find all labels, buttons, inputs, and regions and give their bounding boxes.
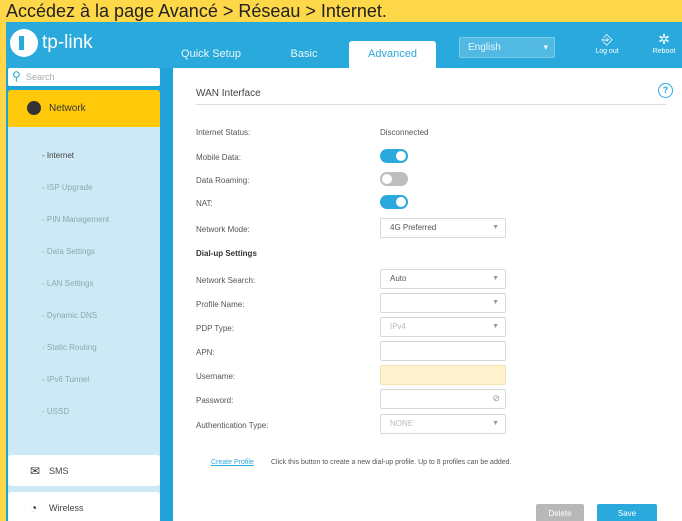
- top-navigation-bar: tp-link Quick Setup Basic Advanced Engli…: [6, 22, 682, 68]
- toggle-knob: [396, 197, 406, 207]
- tab-basic[interactable]: Basic: [279, 41, 329, 68]
- submenu-item-data-settings[interactable]: - Data Settings: [42, 247, 95, 256]
- pdp-type-select[interactable]: IPv4 ▼: [380, 317, 506, 337]
- reboot-button[interactable]: ✲ Reboot: [646, 32, 682, 55]
- internet-status-label: Internet Status:: [196, 128, 251, 137]
- internet-status-value: Disconnected: [380, 128, 429, 137]
- chevron-down-icon: ▼: [492, 323, 499, 330]
- pdp-type-label: PDP Type:: [196, 324, 234, 333]
- submenu-item-ipv6-tunnel[interactable]: - IPv6 Tunnel: [42, 375, 89, 384]
- toggle-knob: [382, 174, 392, 184]
- chevron-down-icon: ▼: [492, 224, 499, 231]
- network-submenu: - Internet - ISP Upgrade - PIN Managemen…: [8, 127, 160, 497]
- password-input[interactable]: ⊘: [380, 389, 506, 409]
- sidebar-search-input[interactable]: ⚲ Search: [8, 68, 160, 86]
- sidebar-item-network[interactable]: Network: [8, 90, 160, 127]
- help-icon[interactable]: ?: [658, 83, 673, 98]
- reboot-icon: ✲: [658, 31, 670, 47]
- submenu-item-internet[interactable]: - Internet: [42, 151, 74, 160]
- wifi-icon: ◔: [30, 501, 38, 515]
- delete-button[interactable]: Delete: [536, 504, 584, 521]
- logout-icon: ⎆: [601, 31, 613, 47]
- tab-quick-setup[interactable]: Quick Setup: [178, 41, 244, 68]
- data-roaming-label: Data Roaming:: [196, 176, 250, 185]
- chevron-down-icon: ▼: [492, 420, 499, 427]
- tab-advanced[interactable]: Advanced: [349, 41, 436, 68]
- data-roaming-toggle[interactable]: [380, 172, 408, 186]
- globe-icon: [27, 101, 41, 115]
- dialup-settings-heading: Dial-up Settings: [196, 249, 257, 258]
- profile-name-label: Profile Name:: [196, 300, 245, 309]
- network-search-value: Auto: [390, 274, 407, 283]
- section-title: WAN Interface: [196, 88, 261, 99]
- logout-button[interactable]: ⎆ Log out: [589, 32, 625, 55]
- section-divider: [196, 104, 666, 105]
- create-profile-link[interactable]: Create Profile: [211, 459, 254, 466]
- submenu-item-lan-settings[interactable]: - LAN Settings: [42, 279, 94, 288]
- network-mode-label: Network Mode:: [196, 225, 250, 234]
- authentication-type-label: Authentication Type:: [196, 421, 269, 430]
- language-select[interactable]: English ▾: [459, 37, 555, 58]
- sidebar: ⚲ Search Network - Internet - ISP Upgrad…: [6, 68, 166, 521]
- envelope-icon: ✉: [30, 464, 41, 478]
- submenu-item-ussd[interactable]: - USSD: [42, 407, 69, 416]
- mobile-data-label: Mobile Data:: [196, 153, 241, 162]
- submenu-item-static-routing[interactable]: - Static Routing: [42, 343, 97, 352]
- brand-name: tp-link: [42, 32, 93, 53]
- sidebar-item-label: Wireless: [49, 503, 84, 513]
- nat-toggle[interactable]: [380, 195, 408, 209]
- sidebar-item-label: Network: [49, 103, 86, 114]
- search-icon: ⚲: [12, 69, 21, 83]
- instruction-caption: Accédez à la page Avancé > Réseau > Inte…: [6, 1, 387, 21]
- username-input[interactable]: [380, 365, 506, 385]
- router-admin-window: tp-link Quick Setup Basic Advanced Engli…: [6, 22, 682, 521]
- search-placeholder: Search: [26, 72, 55, 82]
- apn-label: APN:: [196, 348, 215, 357]
- network-search-select[interactable]: Auto ▼: [380, 269, 506, 289]
- username-label: Username:: [196, 372, 236, 381]
- authentication-type-select[interactable]: NONE ▼: [380, 414, 506, 434]
- screenshot-stage: Accédez à la page Avancé > Réseau > Inte…: [0, 0, 682, 521]
- password-label: Password:: [196, 396, 234, 405]
- nat-label: NAT:: [196, 199, 213, 208]
- tp-link-logo-icon: [10, 29, 38, 57]
- network-search-label: Network Search:: [196, 276, 256, 285]
- submenu-item-pin-management[interactable]: - PIN Management: [42, 215, 109, 224]
- profile-name-select[interactable]: ▼: [380, 293, 506, 313]
- mobile-data-toggle[interactable]: [380, 149, 408, 163]
- main-content: WAN Interface ? Internet Status: Disconn…: [173, 68, 682, 521]
- language-value: English: [468, 42, 501, 53]
- pdp-type-value: IPv4: [390, 322, 407, 331]
- chevron-down-icon: ▼: [492, 275, 499, 282]
- sidebar-item-wireless[interactable]: ◔ Wireless: [8, 492, 160, 521]
- network-mode-value: 4G Preferred: [390, 223, 437, 232]
- show-password-icon[interactable]: ⊘: [492, 393, 500, 404]
- logout-label: Log out: [595, 48, 619, 55]
- chevron-down-icon: ▼: [492, 299, 499, 306]
- network-mode-select[interactable]: 4G Preferred ▼: [380, 218, 506, 238]
- sidebar-item-sms[interactable]: ✉ SMS: [8, 455, 160, 486]
- reboot-label: Reboot: [652, 48, 676, 55]
- chevron-down-icon: ▾: [543, 42, 548, 52]
- sidebar-item-label: SMS: [49, 466, 69, 476]
- create-profile-hint: Click this button to create a new dial-u…: [271, 459, 512, 466]
- submenu-item-dynamic-dns[interactable]: - Dynamic DNS: [42, 311, 97, 320]
- save-button[interactable]: Save: [597, 504, 657, 521]
- submenu-item-isp-upgrade[interactable]: - ISP Upgrade: [42, 183, 93, 192]
- brand-logo[interactable]: tp-link: [10, 28, 93, 58]
- apn-input[interactable]: [380, 341, 506, 361]
- toggle-knob: [396, 151, 406, 161]
- authentication-type-value: NONE: [390, 419, 414, 428]
